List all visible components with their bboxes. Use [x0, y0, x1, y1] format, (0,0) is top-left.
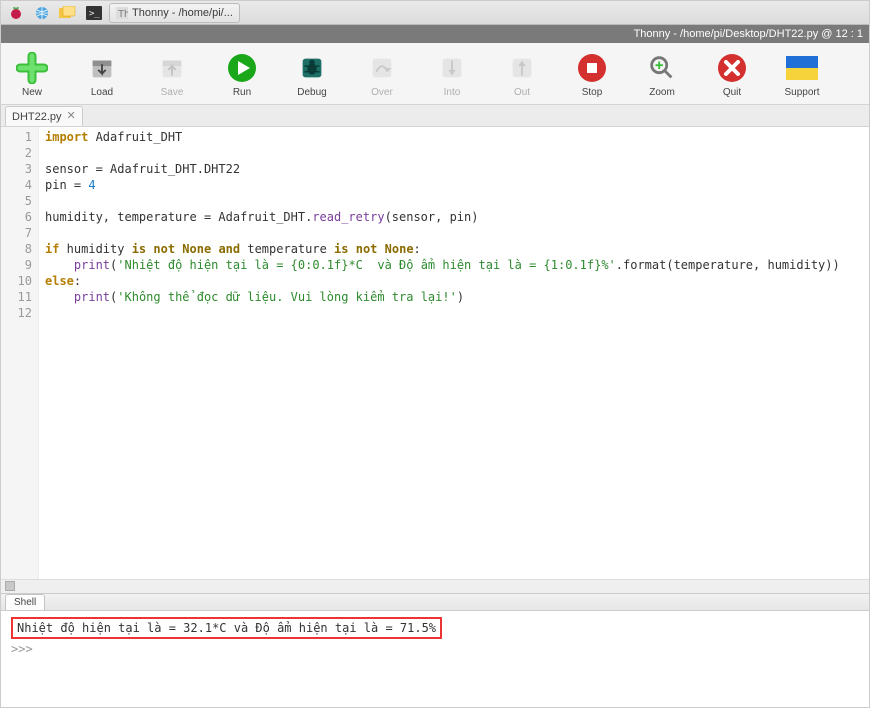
into-icon: [435, 51, 469, 85]
tool-label: Debug: [297, 87, 326, 98]
zoom-icon: [645, 51, 679, 85]
shell-tab[interactable]: Shell: [5, 594, 45, 610]
code-area[interactable]: import Adafruit_DHT sensor = Adafruit_DH…: [39, 127, 869, 593]
taskbar-task-label: Thonny - /home/pi/...: [132, 7, 233, 19]
tool-label: Quit: [723, 87, 741, 98]
tool-label: Over: [371, 87, 393, 98]
run-icon: [225, 51, 259, 85]
window-titlebar: Thonny - /home/pi/Desktop/DHT22.py @ 12 …: [1, 25, 869, 43]
save-icon: [155, 51, 189, 85]
support-button[interactable]: Support: [779, 51, 825, 98]
svg-text:Th: Th: [118, 9, 128, 19]
save-button: Save: [149, 51, 195, 98]
shell-output-line: Nhiệt độ hiện tại là = 32.1*C và Độ ẩm h…: [11, 617, 442, 639]
terminal-icon[interactable]: >_: [83, 4, 105, 22]
out-icon: [505, 51, 539, 85]
tool-label: Zoom: [649, 87, 675, 98]
taskbar-active-task[interactable]: Th Thonny - /home/pi/...: [109, 3, 240, 23]
tool-label: Stop: [582, 87, 603, 98]
scrollbar-thumb[interactable]: [5, 581, 15, 591]
line-gutter: 123456789101112: [1, 127, 39, 593]
new-icon: [15, 51, 49, 85]
run-button[interactable]: Run: [219, 51, 265, 98]
tool-label: Out: [514, 87, 530, 98]
file-tab[interactable]: DHT22.py ✕: [5, 106, 83, 126]
window-title: Thonny - /home/pi/Desktop/DHT22.py @ 12 …: [634, 28, 863, 40]
tool-label: New: [22, 87, 42, 98]
code-line: print('Không thể đọc dữ liệu. Vui lòng k…: [45, 289, 863, 305]
thonny-icon: Th: [116, 7, 128, 19]
into-button: Into: [429, 51, 475, 98]
code-editor[interactable]: 123456789101112 import Adafruit_DHT sens…: [1, 127, 869, 593]
toolbar: New Load Save Run Debug Over Into Out Stop Zoom Qu…: [1, 43, 869, 105]
code-line: [45, 145, 863, 161]
close-icon[interactable]: ✕: [67, 111, 76, 122]
shell-area[interactable]: Nhiệt độ hiện tại là = 32.1*C và Độ ẩm h…: [1, 611, 869, 707]
quit-button[interactable]: Quit: [709, 51, 755, 98]
shell-panel-header: Shell: [1, 593, 869, 611]
code-line: [45, 305, 863, 321]
new-button[interactable]: New: [9, 51, 55, 98]
tool-label: Save: [161, 87, 184, 98]
shell-prompt: >>>: [11, 641, 859, 657]
file-manager-icon[interactable]: [57, 4, 79, 22]
code-line: humidity, temperature = Adafruit_DHT.rea…: [45, 209, 863, 225]
shell-tab-label: Shell: [14, 597, 36, 608]
raspberry-menu-icon[interactable]: [5, 4, 27, 22]
tool-label: Support: [784, 87, 819, 98]
code-line: pin = 4: [45, 177, 863, 193]
editor-tab-strip: DHT22.py ✕: [1, 105, 869, 127]
debug-icon: [295, 51, 329, 85]
debug-button[interactable]: Debug: [289, 51, 335, 98]
tool-label: Load: [91, 87, 113, 98]
file-tab-label: DHT22.py: [12, 111, 62, 123]
code-line: [45, 225, 863, 241]
support-icon: [785, 51, 819, 85]
os-taskbar: >_ Th Thonny - /home/pi/...: [1, 1, 869, 25]
svg-text:>_: >_: [89, 9, 100, 19]
load-button[interactable]: Load: [79, 51, 125, 98]
code-line: if humidity is not None and temperature …: [45, 241, 863, 257]
code-line: sensor = Adafruit_DHT.DHT22: [45, 161, 863, 177]
tool-label: Into: [444, 87, 461, 98]
quit-icon: [715, 51, 749, 85]
stop-button[interactable]: Stop: [569, 51, 615, 98]
zoom-button[interactable]: Zoom: [639, 51, 685, 98]
code-line: else:: [45, 273, 863, 289]
code-line: import Adafruit_DHT: [45, 129, 863, 145]
web-browser-icon[interactable]: [31, 4, 53, 22]
horizontal-scrollbar[interactable]: [1, 579, 869, 593]
out-button: Out: [499, 51, 545, 98]
code-line: print('Nhiệt độ hiện tại là = {0:0.1f}*C…: [45, 257, 863, 273]
over-button: Over: [359, 51, 405, 98]
over-icon: [365, 51, 399, 85]
load-icon: [85, 51, 119, 85]
tool-label: Run: [233, 87, 251, 98]
code-line: [45, 193, 863, 209]
stop-icon: [575, 51, 609, 85]
